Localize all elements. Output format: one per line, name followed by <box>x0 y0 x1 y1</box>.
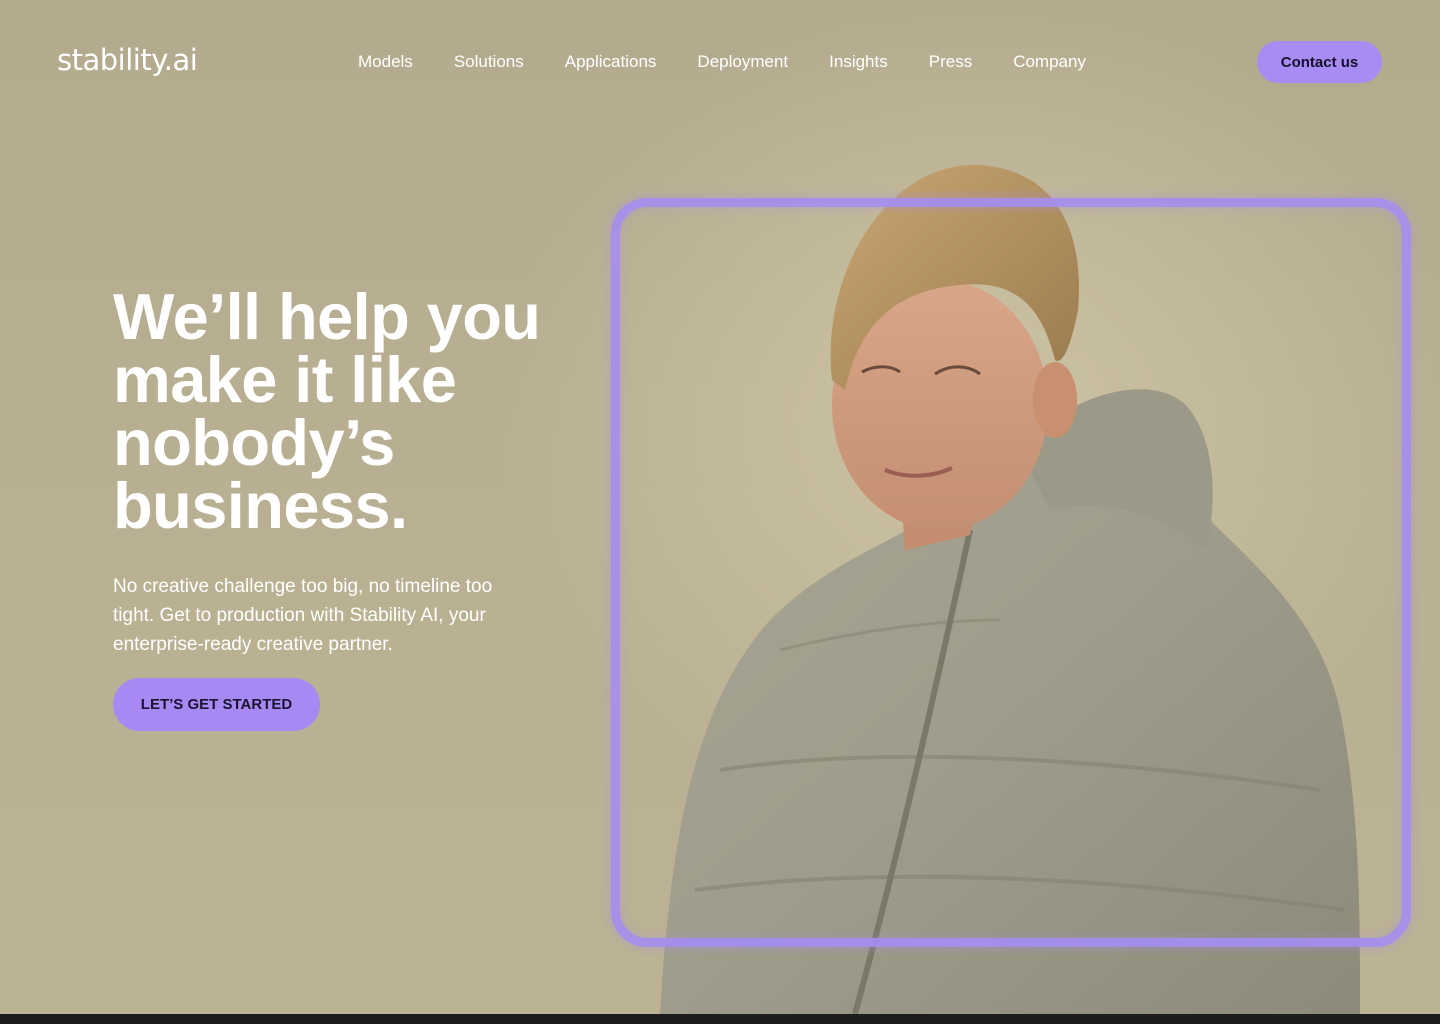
nav-item-press[interactable]: Press <box>929 50 972 74</box>
logo[interactable]: stability.ai <box>57 40 198 80</box>
nav-item-company[interactable]: Company <box>1013 50 1086 74</box>
nav-item-solutions[interactable]: Solutions <box>454 50 524 74</box>
nav-item-applications[interactable]: Applications <box>565 50 657 74</box>
nav-item-models[interactable]: Models <box>358 50 413 74</box>
nav-item-insights[interactable]: Insights <box>829 50 888 74</box>
hero-title: We’ll help you make it like nobody’s bus… <box>113 280 541 542</box>
page: stability.ai Models Solutions Applicatio… <box>0 0 1440 1014</box>
main-nav: Models Solutions Applications Deployment… <box>358 50 1127 74</box>
image-frame <box>611 198 1411 947</box>
get-started-button[interactable]: LET’S GET STARTED <box>113 678 320 731</box>
nav-item-deployment[interactable]: Deployment <box>697 50 788 74</box>
hero-subtitle: No creative challenge too big, no timeli… <box>113 576 493 655</box>
contact-us-button[interactable]: Contact us <box>1257 41 1382 83</box>
bottom-bar <box>0 1014 1440 1024</box>
